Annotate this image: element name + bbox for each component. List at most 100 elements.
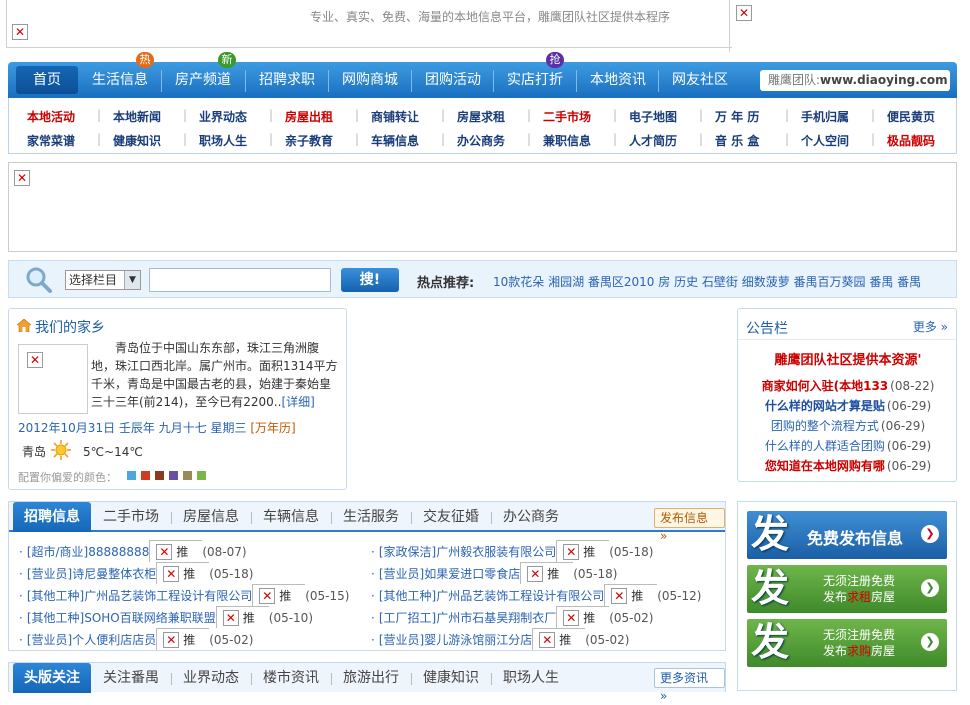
nav-group-buy[interactable]: 团购活动 [412, 62, 494, 98]
fa-glyph: 发 [751, 566, 790, 610]
tab[interactable]: 健康知识 [411, 663, 491, 693]
sub-nav-link[interactable]: 个人空间 [801, 132, 849, 149]
color-swatch[interactable] [141, 471, 150, 480]
sub-nav-link[interactable]: 兼职信息 [543, 132, 591, 149]
calendar-link[interactable]: [万年历] [250, 421, 295, 435]
nav-jobs[interactable]: 招聘求职 [246, 62, 328, 98]
nav-real-estate[interactable]: 房产频道 新 [162, 52, 244, 98]
notice-item[interactable]: 商家如何入驻(本地133 (08-22) [738, 377, 958, 394]
sub-nav-link[interactable]: 职场人生 [199, 132, 247, 149]
detail-link[interactable]: [详细] [281, 395, 314, 409]
job-listing[interactable]: ·[工厂招工]广州市石基昊翔制衣厂 推 (05-02) [371, 606, 653, 628]
more-news-button[interactable]: 更多资讯 » [654, 668, 725, 703]
notice-item[interactable]: 什么样的网站才算是贴 (06-29) [738, 397, 958, 414]
sub-nav-separator: | [785, 132, 790, 146]
tab[interactable]: 关注番禺 [91, 663, 171, 693]
sub-nav-link[interactable]: 办公商务 [457, 132, 505, 149]
free-post-button[interactable]: 发 免费发布信息 ❯ [747, 511, 947, 559]
job-category: [营业员] [378, 567, 425, 581]
recommend-frame: 推 [532, 628, 586, 650]
sub-nav-link[interactable]: 健康知识 [113, 132, 161, 149]
job-listing[interactable]: ·[超市/商业]88888888 推 (08-07) [19, 540, 247, 562]
color-swatch[interactable] [127, 471, 136, 480]
tab[interactable]: 二手市场 [91, 502, 171, 532]
job-listing[interactable]: ·[家政保洁]广州毅衣服装有限公司 推 (05-18) [371, 540, 653, 562]
sub-nav-link[interactable]: 极品靓码 [887, 132, 935, 149]
tab-active[interactable]: 头版关注 [13, 663, 91, 693]
sub-nav-link[interactable]: 人才简历 [629, 132, 677, 149]
tab[interactable]: 旅游出行 [331, 663, 411, 693]
sub-nav-separator: | [527, 132, 532, 146]
sub-nav-link[interactable]: 车辆信息 [371, 132, 419, 149]
post-info-button[interactable]: 发布信息 » [654, 508, 725, 543]
nav-community[interactable]: 网友社区 [659, 62, 741, 98]
tab[interactable]: 房屋信息 [171, 502, 251, 532]
divider [729, 0, 730, 52]
job-listing[interactable]: ·[其他工种]SOHO百联网络兼职联盟 推 (05-10) [19, 606, 313, 628]
broken-image-icon [539, 631, 556, 648]
post-rent-request-button[interactable]: 发 无须注册免费 发布求租房屋 ❯ [747, 565, 947, 613]
sub-nav-link[interactable]: 手机归属 [801, 108, 849, 125]
color-swatch[interactable] [169, 471, 178, 480]
tab[interactable]: 职场人生 [491, 663, 571, 693]
sub-nav-link[interactable]: 家常菜谱 [27, 132, 75, 149]
site-url-box[interactable]: 雕鹰团队:www.diaoying.com [760, 70, 950, 91]
sub-nav-link[interactable]: 便民黄页 [887, 108, 935, 125]
category-select[interactable]: 选择栏目 ▼ [65, 270, 141, 290]
arrow-right-icon: ❯ [921, 579, 939, 597]
sub-nav-link[interactable]: 本地活动 [27, 108, 75, 125]
bullet: · [371, 633, 375, 647]
tab[interactable]: 车辆信息 [251, 502, 331, 532]
tab[interactable]: 生活服务 [331, 502, 411, 532]
tab[interactable]: 业界动态 [171, 663, 251, 693]
job-listing[interactable]: ·[营业员]个人便利店店员 推 (05-02) [19, 628, 253, 650]
nav-discounts[interactable]: 实店打折 抢 [494, 52, 576, 98]
sub-nav-link[interactable]: 商铺转让 [371, 108, 419, 125]
broken-image-icon [222, 609, 239, 626]
nav-local-news[interactable]: 本地资讯 [577, 62, 659, 98]
label-part: 房屋 [871, 644, 896, 658]
sub-nav-link[interactable]: 音 乐 盒 [715, 132, 759, 149]
tab-active[interactable]: 招聘信息 [13, 502, 91, 532]
job-listing[interactable]: ·[其他工种]广州品艺装饰工程设计有限公司 推 (05-15) [19, 584, 349, 606]
job-listing[interactable]: ·[营业员]如果爱进口零食店 推 (05-18) [371, 562, 617, 584]
nav-life-info[interactable]: 生活信息 热 [80, 52, 160, 98]
sub-nav-link[interactable]: 房屋出租 [285, 108, 333, 125]
job-date: (05-18) [209, 567, 254, 581]
sub-nav-link[interactable]: 万 年 历 [715, 108, 759, 125]
tab[interactable]: 交友征婚 [411, 502, 491, 532]
tab[interactable]: 办公商务 [491, 502, 571, 532]
broken-image-icon [259, 587, 276, 604]
sub-nav-link[interactable]: 亲子教育 [285, 132, 333, 149]
notice-headline[interactable]: 雕鹰团队社区提供本资源' [738, 349, 958, 368]
job-category: [营业员] [378, 633, 425, 647]
notice-item[interactable]: 您知道在本地网购有哪 (06-29) [738, 457, 958, 474]
recommend-frame: 推 [604, 584, 658, 606]
tab[interactable]: 楼市资讯 [251, 663, 331, 693]
hot-keywords[interactable]: 10款花朵 湘园湖 番禺区2010 房 历史 石壁街 细数菠萝 番禺百万葵园 番… [493, 273, 921, 290]
sub-nav-link[interactable]: 二手市场 [543, 108, 591, 125]
sub-nav-link[interactable]: 本地新闻 [113, 108, 161, 125]
job-listing[interactable]: ·[营业员]诗尼曼整体衣柜 推 (05-18) [19, 562, 253, 584]
job-listing[interactable]: ·[其他工种]广州品艺装饰工程设计有限公司 推 (05-12) [371, 584, 701, 606]
notice-item[interactable]: 什么样的人群适合团购 (06-29) [738, 437, 958, 454]
sub-nav-separator: | [613, 132, 618, 146]
notice-more-link[interactable]: 更多 » [913, 318, 948, 335]
job-listing[interactable]: ·[营业员]婴儿游泳馆丽江分店 推 (05-02) [371, 628, 629, 650]
sub-nav-link[interactable]: 房屋求租 [457, 108, 505, 125]
post-buy-request-button[interactable]: 发 无须注册免费 发布求购房屋 ❯ [747, 619, 947, 667]
label-line: 发布求购房屋 [823, 643, 895, 659]
sub-nav-link[interactable]: 电子地图 [629, 108, 677, 125]
nav-shopping[interactable]: 网购商城 [329, 62, 411, 98]
broken-image-icon [156, 543, 173, 560]
color-swatch[interactable] [155, 471, 164, 480]
sub-nav-separator: | [441, 132, 446, 146]
nav-home[interactable]: 首页 [16, 66, 78, 94]
notice-item[interactable]: 团购的整个流程方式 (06-29) [738, 417, 958, 434]
search-button[interactable]: 搜! [341, 268, 399, 292]
search-input[interactable] [149, 268, 331, 292]
color-swatch[interactable] [183, 471, 192, 480]
broken-image-icon [14, 170, 30, 186]
color-swatch[interactable] [197, 471, 206, 480]
sub-nav-link[interactable]: 业界动态 [199, 108, 247, 125]
